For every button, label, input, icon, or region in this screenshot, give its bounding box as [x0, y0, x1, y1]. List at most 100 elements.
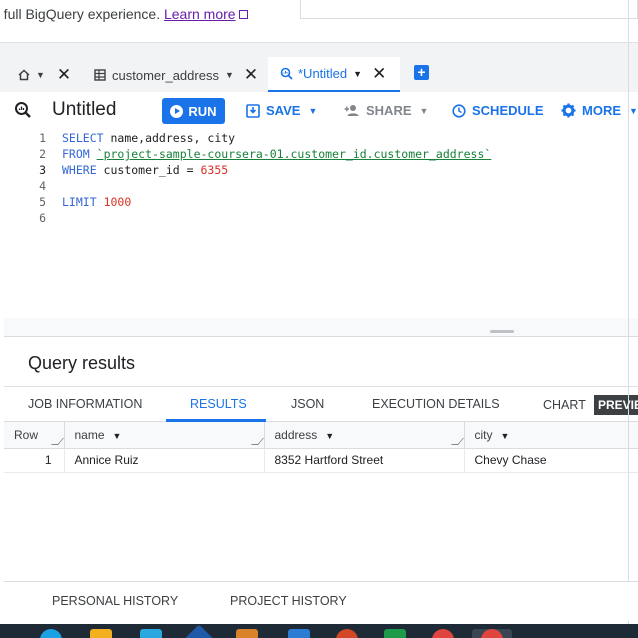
table-reference[interactable]: `project-sample-coursera-01.customer_id.…	[97, 147, 492, 161]
line-gutter: 1 2 3 4 5 6	[4, 128, 58, 318]
code-line-5: LIMIT 1000	[62, 195, 131, 209]
code-area[interactable]: SELECT name,address, city FROM `project-…	[58, 128, 638, 318]
editor-footer	[4, 318, 638, 336]
code-line-3: WHERE customer_id = 6355	[62, 163, 228, 177]
schedule-button[interactable]: SCHEDULE	[452, 103, 544, 118]
close-icon[interactable]: ✕	[244, 65, 258, 85]
tab-project-history[interactable]: PROJECT HISTORY	[230, 594, 347, 608]
sql-keyword: FROM	[62, 147, 90, 161]
app-icon[interactable]	[183, 624, 215, 638]
run-button[interactable]: RUN	[162, 98, 225, 124]
line-number: 5	[39, 195, 46, 209]
share-button[interactable]: SHARE ▼	[344, 103, 428, 118]
code-text: name,address, city	[103, 131, 236, 145]
row-number: 1	[4, 448, 65, 473]
banner-text: e full BigQuery experience. Learn more	[0, 6, 248, 22]
close-icon[interactable]: ✕	[57, 65, 71, 85]
schedule-label: SCHEDULE	[472, 103, 544, 118]
sort-arrow-icon[interactable]: ▼	[113, 431, 122, 441]
line-number: 2	[39, 147, 46, 161]
column-header-address[interactable]: address ▼	[264, 422, 465, 449]
banner-message: e full BigQuery experience.	[0, 6, 161, 22]
table-icon	[94, 69, 106, 81]
code-text: customer_id =	[96, 163, 201, 177]
close-icon[interactable]: ✕	[372, 64, 386, 84]
chevron-down-icon: ▼	[419, 105, 429, 116]
line-number: 1	[39, 131, 46, 145]
results-tabs: JOB INFORMATION RESULTS JSON EXECUTION D…	[4, 386, 638, 422]
tab-label: *Untitled	[298, 66, 348, 81]
more-button[interactable]: MORE ▼	[561, 103, 638, 118]
sort-arrow-icon[interactable]: ▼	[501, 431, 510, 441]
tab-home[interactable]: ▼ ✕	[18, 57, 71, 93]
line-number: 3	[39, 163, 46, 177]
editor-tab-bar: ▼ ✕ customer_address ▼ ✕ *Untitled ▼ ✕	[0, 42, 638, 93]
save-button[interactable]: SAVE ▼	[246, 103, 317, 118]
history-tabs: PERSONAL HISTORY PROJECT HISTORY	[4, 581, 638, 621]
gear-icon	[561, 103, 576, 118]
learn-more-link[interactable]: Learn more	[164, 6, 236, 22]
scroll-edge	[628, 0, 629, 624]
chevron-down-icon[interactable]: ▼	[353, 69, 362, 79]
resize-handle[interactable]	[490, 330, 514, 333]
tab-untitled[interactable]: *Untitled ▼ ✕	[268, 57, 400, 93]
resize-icon[interactable]	[250, 437, 264, 445]
resize-icon[interactable]	[450, 437, 464, 445]
chevron-down-icon[interactable]: ▼	[225, 70, 234, 80]
column-header-label: city	[474, 427, 493, 442]
sort-arrow-icon[interactable]: ▼	[325, 431, 334, 441]
chevron-down-icon: ▼	[629, 105, 638, 116]
bigquery-console: e full BigQuery experience. Learn more ▼…	[0, 0, 638, 638]
browser-icon[interactable]	[40, 629, 62, 638]
tab-execution-details[interactable]: EXECUTION DETAILS	[372, 397, 500, 411]
number-literal: 6355	[200, 163, 229, 177]
line-number: 4	[39, 179, 46, 193]
run-label: RUN	[188, 103, 217, 119]
external-link-icon	[238, 10, 248, 19]
table-header-row: Row name ▼ address ▼ city ▼	[4, 422, 638, 449]
os-taskbar	[0, 624, 638, 638]
info-banner: e full BigQuery experience. Learn more	[0, 0, 638, 26]
sql-keyword: SELECT	[62, 131, 104, 145]
save-label: SAVE	[266, 103, 301, 118]
store-icon[interactable]	[140, 629, 162, 638]
column-header-city[interactable]: city ▼	[464, 422, 638, 449]
query-toolbar: Untitled RUN SAVE ▼ SHARE ▼ SCHEDULE MOR…	[0, 92, 638, 128]
more-label: MORE	[582, 103, 621, 118]
notes-icon[interactable]	[236, 629, 258, 638]
powerpoint-icon[interactable]	[336, 629, 358, 638]
chevron-down-icon: ▼	[308, 105, 318, 116]
tab-job-information[interactable]: JOB INFORMATION	[28, 397, 142, 411]
column-header-name[interactable]: name ▼	[64, 422, 265, 449]
tab-chart[interactable]: CHART	[543, 398, 586, 412]
results-table: Row name ▼ address ▼ city ▼ 1 Annice Ruiz 8…	[4, 422, 638, 473]
share-icon	[344, 105, 359, 116]
code-line-2: FROM `project-sample-coursera-01.custome…	[62, 147, 491, 161]
number-literal: 1000	[103, 195, 132, 209]
banner-box	[300, 0, 638, 19]
line-number: 6	[39, 211, 46, 225]
play-icon	[170, 104, 184, 118]
tab-personal-history[interactable]: PERSONAL HISTORY	[52, 594, 178, 608]
sql-editor[interactable]: 1 2 3 4 5 6 SELECT name,address, city FR…	[4, 128, 638, 336]
query-icon	[280, 67, 293, 80]
word-icon[interactable]	[288, 629, 310, 638]
resize-icon[interactable]	[50, 437, 64, 445]
excel-icon[interactable]	[384, 629, 406, 638]
tab-results[interactable]: RESULTS	[190, 397, 247, 411]
cell-name: Annice Ruiz	[64, 448, 265, 473]
query-title: Untitled	[52, 99, 117, 120]
table-row: 1 Annice Ruiz 8352 Hartford Street Chevy…	[4, 448, 638, 473]
column-header-label: Row	[14, 427, 39, 442]
schedule-icon	[452, 103, 466, 118]
add-tab-icon[interactable]: +	[414, 65, 429, 80]
cell-city: Chevy Chase	[464, 448, 638, 473]
chevron-down-icon[interactable]: ▼	[36, 70, 45, 80]
column-header-row[interactable]: Row	[4, 422, 65, 449]
column-header-label: address	[274, 427, 318, 442]
folder-icon[interactable]	[90, 629, 112, 638]
sql-keyword: WHERE	[62, 163, 97, 177]
chrome-icon[interactable]	[432, 629, 454, 638]
tab-customer-address[interactable]: customer_address ▼ ✕	[94, 57, 258, 93]
tab-json[interactable]: JSON	[291, 397, 324, 411]
